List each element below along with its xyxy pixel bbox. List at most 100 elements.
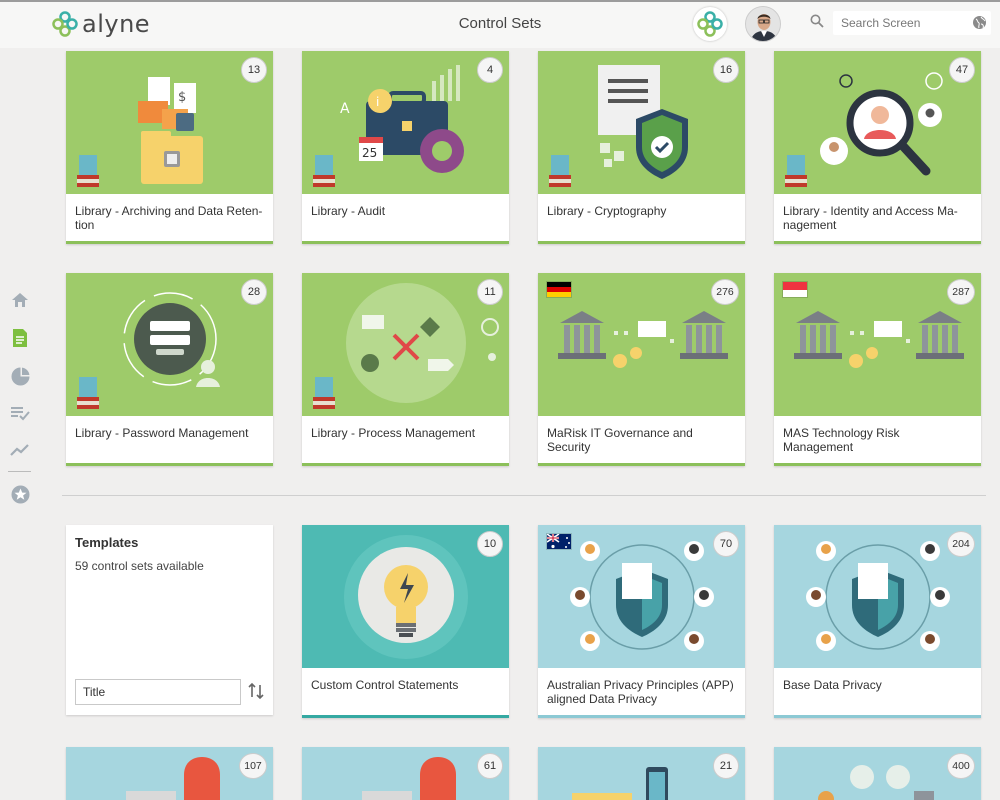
search-icon[interactable] <box>810 14 824 28</box>
template-card[interactable]: 10 Custom Control Statements <box>302 525 509 718</box>
card-title: Library - Archiving and Data Reten-tion <box>75 204 263 232</box>
card-accent-bar <box>774 463 981 466</box>
control-count-badge: 16 <box>713 57 739 83</box>
nav-favorites[interactable] <box>10 484 30 504</box>
card-thumbnail: i 25 A 4 <box>302 51 509 194</box>
card-accent-bar <box>302 463 509 466</box>
card-accent-bar <box>302 241 509 244</box>
control-count-badge: 21 <box>713 753 739 779</box>
template-card[interactable]: 21 <box>538 747 745 800</box>
card-title: Custom Control Statements <box>311 678 459 692</box>
card-accent-bar <box>66 463 273 466</box>
control-count-badge: 276 <box>711 279 739 305</box>
svg-text:25: 25 <box>362 146 377 160</box>
nav-trends[interactable] <box>10 440 30 460</box>
nav-divider <box>8 471 31 472</box>
control-set-card[interactable]: 276 MaRisk IT Governance and Security <box>538 273 745 466</box>
nav-control-sets[interactable] <box>10 328 30 348</box>
template-card[interactable]: 204 Base Data Privacy <box>774 525 981 718</box>
card-title: Library - Identity and Access Ma-nagemen… <box>783 204 958 232</box>
control-count-badge: 70 <box>713 531 739 557</box>
card-thumbnail: 400 <box>774 747 981 800</box>
top-bar: alyne Control Sets <box>0 0 1000 48</box>
trend-icon <box>10 444 29 456</box>
control-set-card[interactable]: 287 MAS Technology Risk Management <box>774 273 981 466</box>
card-accent-bar <box>302 715 509 718</box>
card-accent-bar <box>538 715 745 718</box>
svg-text:A: A <box>340 101 350 117</box>
nav-tasks[interactable] <box>10 403 30 423</box>
search-input[interactable] <box>841 16 961 30</box>
card-accent-bar <box>66 241 273 244</box>
control-count-badge: 47 <box>949 57 975 83</box>
card-thumbnail: 107 <box>66 747 273 800</box>
pie-chart-icon <box>11 367 29 385</box>
card-title: Library - Cryptography <box>547 204 667 218</box>
template-card[interactable]: 61 <box>302 747 509 800</box>
control-set-card[interactable]: 47 Library - Identity and Access Ma-nage… <box>774 51 981 244</box>
organization-logo-icon <box>697 11 723 37</box>
card-accent-bar <box>774 715 981 718</box>
section-divider <box>62 495 986 496</box>
control-count-badge: 13 <box>241 57 267 83</box>
control-count-badge: 61 <box>477 753 503 779</box>
control-count-badge: 10 <box>477 531 503 557</box>
search-field[interactable] <box>833 11 991 35</box>
card-title: MaRisk IT Governance and Security <box>547 426 693 454</box>
user-avatar[interactable] <box>745 6 781 42</box>
control-count-badge: 287 <box>947 279 975 305</box>
template-card[interactable]: 400 <box>774 747 981 800</box>
control-set-card[interactable]: 11 Library - Process Management <box>302 273 509 466</box>
card-thumbnail: 47 <box>774 51 981 194</box>
control-set-card[interactable]: $ 13 Library - Archiving and Data Reten-… <box>66 51 273 244</box>
card-thumbnail: 204 <box>774 525 981 668</box>
singapore-flag-icon <box>782 281 808 298</box>
device-illustration-icon <box>572 767 668 800</box>
user-photo-icon <box>746 7 780 41</box>
card-title: Base Data Privacy <box>783 678 882 692</box>
nav-home[interactable] <box>10 290 30 310</box>
card-thumbnail: 10 <box>302 525 509 668</box>
globe-icon[interactable] <box>972 15 987 30</box>
card-thumbnail: 11 <box>302 273 509 416</box>
card-title: Australian Privacy Principles (APP) alig… <box>547 678 734 706</box>
control-set-card[interactable]: 16 Library - Cryptography <box>538 51 745 244</box>
control-count-badge: 400 <box>947 753 975 779</box>
control-set-card[interactable]: 28 Library - Password Management <box>66 273 273 466</box>
card-accent-bar <box>538 463 745 466</box>
sort-direction-icon[interactable] <box>246 681 266 701</box>
svg-text:i: i <box>376 95 379 109</box>
star-icon <box>11 485 29 503</box>
germany-flag-icon <box>546 281 572 298</box>
svg-text:$: $ <box>178 90 186 105</box>
card-thumbnail: 61 <box>302 747 509 800</box>
control-count-badge: 4 <box>477 57 503 83</box>
control-set-card[interactable]: i 25 A 4 Library - Audit <box>302 51 509 244</box>
organization-badge[interactable] <box>693 7 727 41</box>
card-thumbnail: 287 <box>774 273 981 416</box>
card-thumbnail: 276 <box>538 273 745 416</box>
checklist-icon <box>11 407 30 421</box>
document-icon <box>13 329 27 347</box>
card-thumbnail: 28 <box>66 273 273 416</box>
templates-panel: Templates 59 control sets available <box>66 525 273 715</box>
control-count-badge: 107 <box>239 753 267 779</box>
control-count-badge: 11 <box>477 279 503 305</box>
templates-count: 59 control sets available <box>75 559 204 573</box>
card-thumbnail: 21 <box>538 747 745 800</box>
home-icon <box>12 293 28 307</box>
card-title: MAS Technology Risk Management <box>783 426 900 454</box>
sort-field-input[interactable] <box>75 679 241 705</box>
card-title: Library - Process Management <box>311 426 476 440</box>
templates-heading: Templates <box>75 535 139 550</box>
nav-analytics[interactable] <box>10 366 30 386</box>
card-accent-bar <box>538 241 745 244</box>
template-card[interactable]: 70 Australian Privacy Principles (APP) a… <box>538 525 745 718</box>
card-thumbnail: 16 <box>538 51 745 194</box>
template-card[interactable]: 107 <box>66 747 273 800</box>
card-thumbnail: 70 <box>538 525 745 668</box>
card-accent-bar <box>774 241 981 244</box>
control-count-badge: 28 <box>241 279 267 305</box>
card-title: Library - Password Management <box>75 426 249 440</box>
australia-flag-icon <box>546 533 572 550</box>
